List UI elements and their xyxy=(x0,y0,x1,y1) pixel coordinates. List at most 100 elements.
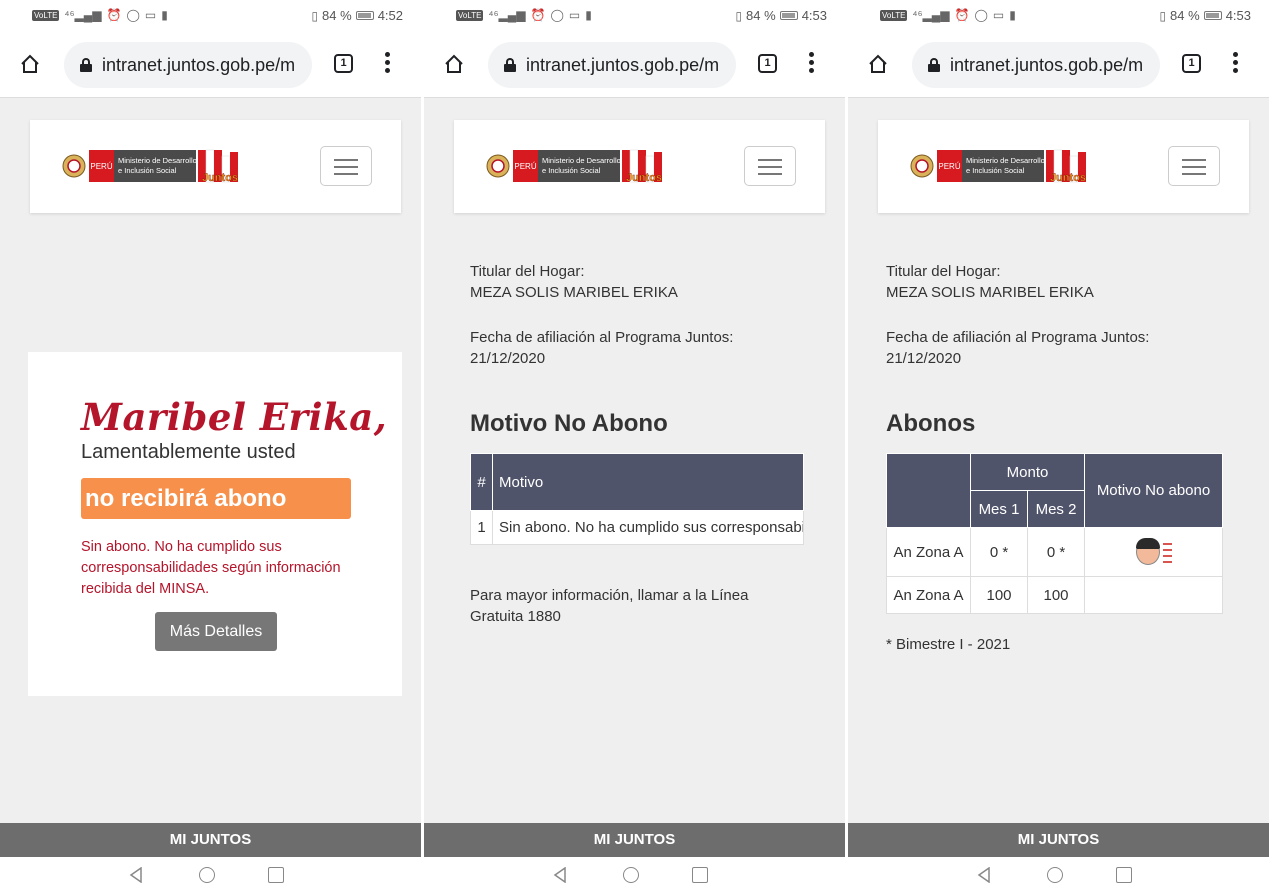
battery-percent: 84 % xyxy=(746,8,776,23)
notification-icon: ▮ xyxy=(161,8,168,22)
home-icon[interactable] xyxy=(868,54,888,74)
battery-icon xyxy=(779,11,798,20)
back-icon[interactable] xyxy=(128,867,144,883)
holder-name: MEZA SOLIS MARIBEL ERIKA xyxy=(886,284,1094,301)
url-bar[interactable]: intranet.juntos.gob.pe/m xyxy=(64,42,312,88)
status-icons-left: VoLTE ⁴⁶▂▄▆ ⏰ ◯ ▭ ▮ xyxy=(32,8,168,22)
more-details-button[interactable]: Más Detalles xyxy=(155,612,277,651)
home-icon[interactable] xyxy=(20,54,40,74)
juntos-logo[interactable]: PERÚ Ministerio de Desarrollo e Inclusió… xyxy=(910,146,1110,186)
nav-home-icon[interactable] xyxy=(623,867,639,883)
battery-percent: 84 % xyxy=(1170,8,1200,23)
hamburger-menu-button[interactable] xyxy=(320,146,372,186)
alarm-icon: ⏰ xyxy=(530,8,546,22)
overflow-menu-icon[interactable] xyxy=(809,52,815,76)
tabs-count-icon[interactable]: 1 xyxy=(334,54,353,73)
section-title: Abonos xyxy=(886,410,976,437)
no-payment-reason-table: # Motivo 1 Sin abono. No ha cumplido sus… xyxy=(470,453,804,545)
site-header: PERÚ Ministerio de Desarrollo e Inclusió… xyxy=(30,120,401,213)
table-row: An Zona A 100 100 xyxy=(886,576,1224,614)
logo-ministry-line2: e Inclusión Social xyxy=(966,166,1025,175)
phone-screen-2: VoLTE ⁴⁶▂▄▆ ⏰ ◯ ▭ ▮ ▯ 84 % 4:53 intranet… xyxy=(424,0,845,892)
payments-table: Monto Motivo No abono Mes 1 Mes 2 An Zon… xyxy=(886,453,1224,614)
tabs-count-icon[interactable]: 1 xyxy=(1182,54,1201,73)
home-icon[interactable] xyxy=(444,54,464,74)
browser-toolbar: intranet.juntos.gob.pe/m 1 xyxy=(848,32,1269,98)
volte-icon: VoLTE xyxy=(456,9,484,21)
table-header-empty xyxy=(886,453,971,528)
vibrate-icon: ▯ xyxy=(1159,8,1167,23)
more-info-text: Para mayor información, llamar a la Líne… xyxy=(470,587,749,625)
volte-icon: VoLTE xyxy=(32,9,60,21)
footer-bar[interactable]: MI JUNTOS xyxy=(0,823,421,857)
table-header-motivo: Motivo xyxy=(492,453,804,511)
tabs-count-icon[interactable]: 1 xyxy=(758,54,777,73)
affiliation-block: Fecha de afiliación al Programa Juntos: … xyxy=(886,327,1149,369)
row-mes1: 100 xyxy=(970,576,1028,614)
logo-peru-text: PERÚ xyxy=(90,162,112,171)
status-icons-left: VoLTE ⁴⁶▂▄▆ ⏰ ◯ ▭ ▮ xyxy=(456,8,592,22)
whatsapp-icon: ◯ xyxy=(974,8,988,22)
battery-percent: 84 % xyxy=(322,8,352,23)
recent-apps-icon[interactable] xyxy=(1116,867,1132,883)
clock: 4:52 xyxy=(377,8,403,23)
signal-icon: ⁴⁶▂▄▆ xyxy=(912,8,950,22)
status-bar: VoLTE ⁴⁶▂▄▆ ⏰ ◯ ▭ ▮ ▯ 84 % 4:53 xyxy=(848,0,1269,32)
table-header-monto: Monto xyxy=(969,453,1086,491)
nav-home-icon[interactable] xyxy=(199,867,215,883)
vibrate-icon: ▯ xyxy=(735,8,743,23)
url-bar[interactable]: intranet.juntos.gob.pe/m xyxy=(488,42,736,88)
affiliation-label: Fecha de afiliación al Programa Juntos: xyxy=(886,329,1150,346)
hamburger-menu-button[interactable] xyxy=(744,146,796,186)
battery-icon xyxy=(1203,11,1222,20)
clock: 4:53 xyxy=(1225,8,1251,23)
status-icons-right: ▯ 84 % 4:53 xyxy=(735,8,827,23)
holder-block: Titular del Hogar: MEZA SOLIS MARIBEL ER… xyxy=(886,261,1094,303)
notification-icon: ▮ xyxy=(1009,8,1016,22)
url-text: intranet.juntos.gob.pe/m xyxy=(950,54,1144,75)
url-bar[interactable]: intranet.juntos.gob.pe/m xyxy=(912,42,1160,88)
row-motivo-cell xyxy=(1084,527,1224,577)
affiliation-date: 21/12/2020 xyxy=(470,350,546,367)
row-motivo: Sin abono. No ha cumplido sus correspons… xyxy=(492,510,804,545)
row-number: 1 xyxy=(470,510,493,545)
section-title: Motivo No Abono xyxy=(470,410,668,437)
juntos-logo[interactable]: PERÚ Ministerio de Desarrollo e Inclusió… xyxy=(62,146,262,186)
screen-icon: ▭ xyxy=(144,8,157,22)
notification-icon: ▮ xyxy=(585,8,592,22)
lock-icon xyxy=(504,58,516,72)
recent-apps-icon[interactable] xyxy=(268,867,284,883)
footer-bar[interactable]: MI JUNTOS xyxy=(424,823,845,857)
nav-home-icon[interactable] xyxy=(1047,867,1063,883)
logo-juntos-text: Juntos xyxy=(1050,172,1086,184)
table-header-mes1: Mes 1 xyxy=(970,490,1028,528)
hamburger-menu-button[interactable] xyxy=(1168,146,1220,186)
row-mes2: 0 * xyxy=(1026,527,1086,577)
android-nav-bar xyxy=(424,857,845,892)
back-icon[interactable] xyxy=(552,867,568,883)
signal-icon: ⁴⁶▂▄▆ xyxy=(64,8,102,22)
overflow-menu-icon[interactable] xyxy=(385,52,391,76)
overflow-menu-icon[interactable] xyxy=(1233,52,1239,76)
no-payment-reason: Sin abono. No ha cumplido sus correspons… xyxy=(81,539,341,597)
phone-screen-3: VoLTE ⁴⁶▂▄▆ ⏰ ◯ ▭ ▮ ▯ 84 % 4:53 intranet… xyxy=(848,0,1269,892)
back-icon[interactable] xyxy=(976,867,992,883)
recent-apps-icon[interactable] xyxy=(692,867,708,883)
holder-label: Titular del Hogar: xyxy=(886,263,1001,280)
alarm-icon: ⏰ xyxy=(954,8,970,22)
browser-toolbar: intranet.juntos.gob.pe/m 1 xyxy=(424,32,845,98)
logo-peru-text: PERÚ xyxy=(938,162,960,171)
three-phone-screenshots: VoLTE ⁴⁶▂▄▆ ⏰ ◯ ▭ ▮ ▯ 84 % 4:52 intranet… xyxy=(0,0,1269,892)
logo-ministry-line2: e Inclusión Social xyxy=(542,166,601,175)
screen-icon: ▭ xyxy=(568,8,581,22)
table-header-num: # xyxy=(470,453,493,511)
signal-icon: ⁴⁶▂▄▆ xyxy=(488,8,526,22)
juntos-logo[interactable]: PERÚ Ministerio de Desarrollo e Inclusió… xyxy=(486,146,686,186)
status-icons-right: ▯ 84 % 4:52 xyxy=(311,8,403,23)
footer-bar[interactable]: MI JUNTOS xyxy=(848,823,1269,857)
phone-screen-1: VoLTE ⁴⁶▂▄▆ ⏰ ◯ ▭ ▮ ▯ 84 % 4:52 intranet… xyxy=(0,0,421,892)
table-row: 1 Sin abono. No ha cumplido sus correspo… xyxy=(470,510,804,545)
clock: 4:53 xyxy=(801,8,827,23)
sad-child-icon[interactable] xyxy=(1135,537,1172,567)
site-header: PERÚ Ministerio de Desarrollo e Inclusió… xyxy=(454,120,825,213)
